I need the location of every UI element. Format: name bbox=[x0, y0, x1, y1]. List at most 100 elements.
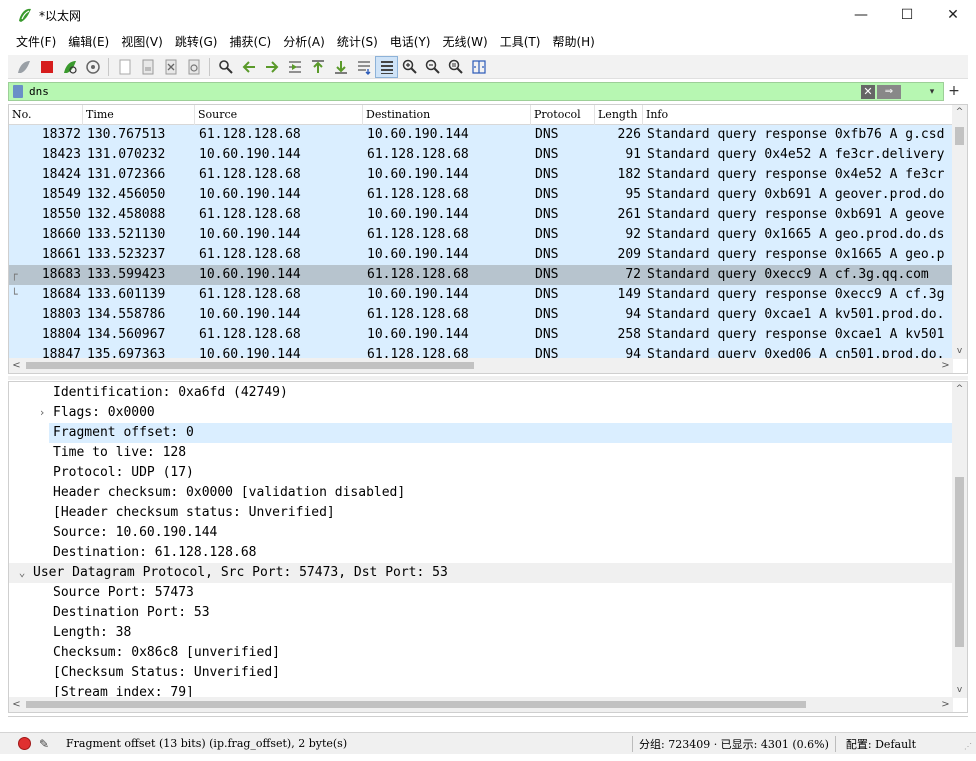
display-filter-input[interactable]: dns ✕ ⇒ ▾ bbox=[8, 82, 944, 101]
apply-filter-icon[interactable]: ⇒ bbox=[877, 85, 901, 99]
go-to-packet-icon[interactable] bbox=[283, 56, 306, 78]
detail-tree-item[interactable]: Length: 38 bbox=[9, 623, 953, 643]
detail-tree-item[interactable]: Source Port: 57473 bbox=[9, 583, 953, 603]
detail-tree-item[interactable]: Header checksum: 0x0000 [validation disa… bbox=[9, 483, 953, 503]
close-button[interactable]: ✕ bbox=[930, 0, 976, 30]
shark-fin-start-icon[interactable] bbox=[12, 56, 35, 78]
packet-row[interactable]: 18550 132.458088 61.128.128.68 10.60.190.14… bbox=[9, 205, 953, 225]
menu-help[interactable]: 帮助(H) bbox=[546, 30, 600, 54]
clear-filter-icon[interactable]: ✕ bbox=[861, 85, 875, 99]
go-back-icon[interactable] bbox=[237, 56, 260, 78]
packet-source-cell: 61.128.128.68 bbox=[199, 167, 301, 182]
packet-list-hscrollbar[interactable]: < > bbox=[9, 358, 953, 373]
expert-info-icon[interactable] bbox=[18, 737, 31, 750]
packet-row[interactable]: 18549 132.456050 10.60.190.144 61.128.128.6… bbox=[9, 185, 953, 205]
capture-options-icon[interactable] bbox=[81, 56, 104, 78]
column-header-no[interactable]: No. bbox=[9, 105, 83, 125]
scroll-left-icon[interactable]: < bbox=[9, 358, 24, 373]
packet-row[interactable]: 18423 131.070232 10.60.190.144 61.128.128.6… bbox=[9, 145, 953, 165]
scroll-up-icon[interactable]: ^ bbox=[952, 105, 967, 120]
packet-row[interactable]: 18847 135.697363 10.60.190.144 61.128.128.6… bbox=[9, 345, 953, 359]
detail-tree-item[interactable]: Source: 10.60.190.144 bbox=[9, 523, 953, 543]
scroll-down-icon[interactable]: v bbox=[952, 683, 967, 698]
add-filter-button[interactable]: + bbox=[944, 82, 964, 101]
detail-tree-item[interactable]: Time to live: 128 bbox=[9, 443, 953, 463]
open-file-icon[interactable] bbox=[113, 56, 136, 78]
detail-tree-item[interactable]: Destination: 61.128.128.68 bbox=[9, 543, 953, 563]
detail-rows: Identification: 0xa6fd (42749) › Flags: 0x… bbox=[9, 383, 953, 703]
stop-capture-icon[interactable] bbox=[35, 56, 58, 78]
packet-row[interactable]: 18803 134.558786 10.60.190.144 61.128.128.6… bbox=[9, 305, 953, 325]
go-last-packet-icon[interactable] bbox=[329, 56, 352, 78]
detail-tree-item[interactable]: Destination Port: 53 bbox=[9, 603, 953, 623]
packet-row[interactable]: 18660 133.521130 10.60.190.144 61.128.128.6… bbox=[9, 225, 953, 245]
menu-statistics[interactable]: 统计(S) bbox=[331, 30, 384, 54]
zoom-reset-icon[interactable] bbox=[444, 56, 467, 78]
detail-tree-item[interactable]: Fragment offset: 0 bbox=[49, 423, 953, 443]
auto-scroll-icon[interactable] bbox=[352, 56, 375, 78]
packet-row[interactable]: 18424 131.072366 61.128.128.68 10.60.190.14… bbox=[9, 165, 953, 185]
menu-tools[interactable]: 工具(T) bbox=[494, 30, 547, 54]
packet-row[interactable]: 18372 130.767513 61.128.128.68 10.60.190.14… bbox=[9, 125, 953, 145]
scroll-right-icon[interactable]: > bbox=[938, 358, 953, 373]
find-packet-icon[interactable] bbox=[214, 56, 237, 78]
detail-tree-item[interactable]: [Checksum Status: Unverified] bbox=[9, 663, 953, 683]
menu-analyze[interactable]: 分析(A) bbox=[277, 30, 331, 54]
pane-splitter[interactable] bbox=[8, 376, 968, 380]
menu-capture[interactable]: 捕获(C) bbox=[223, 30, 277, 54]
detail-tree-item[interactable]: ⌄ User Datagram Protocol, Src Port: 57473… bbox=[9, 563, 953, 583]
packet-row[interactable]: 18804 134.560967 61.128.128.68 10.60.190.14… bbox=[9, 325, 953, 345]
colorize-list-icon[interactable] bbox=[375, 55, 398, 78]
restart-capture-icon[interactable] bbox=[58, 56, 81, 78]
packet-stats: 分组: 723409 · 已显示: 4301 (0.6%) bbox=[639, 737, 829, 751]
detail-tree-item[interactable]: Checksum: 0x86c8 [unverified] bbox=[9, 643, 953, 663]
menu-telephony[interactable]: 电话(Y) bbox=[384, 30, 437, 54]
menu-go[interactable]: 跳转(G) bbox=[169, 30, 224, 54]
column-header-length[interactable]: Length bbox=[595, 105, 643, 125]
scroll-thumb[interactable] bbox=[955, 477, 964, 647]
filter-text[interactable]: dns bbox=[29, 85, 49, 98]
detail-tree-item[interactable]: Identification: 0xa6fd (42749) bbox=[9, 383, 953, 403]
detail-tree-item[interactable]: Protocol: UDP (17) bbox=[9, 463, 953, 483]
column-header-time[interactable]: Time bbox=[83, 105, 195, 125]
menu-view[interactable]: 视图(V) bbox=[115, 30, 169, 54]
detail-tree-item[interactable]: › Flags: 0x0000 bbox=[9, 403, 953, 423]
column-header-destination[interactable]: Destination bbox=[363, 105, 531, 125]
scroll-right-icon[interactable]: > bbox=[938, 697, 953, 712]
menu-edit[interactable]: 编辑(E) bbox=[62, 30, 115, 54]
expand-arrow-icon[interactable]: › bbox=[35, 403, 49, 423]
resize-grip-icon[interactable]: ⋰ bbox=[964, 742, 974, 752]
packet-row[interactable]: 18684 133.601139 61.128.128.68 10.60.190.14… bbox=[9, 285, 953, 305]
hscroll-thumb[interactable] bbox=[26, 362, 474, 369]
zoom-in-icon[interactable] bbox=[398, 56, 421, 78]
scroll-thumb[interactable] bbox=[955, 127, 964, 145]
profile-indicator[interactable]: 配置: Default bbox=[846, 736, 916, 752]
resize-columns-icon[interactable] bbox=[467, 56, 490, 78]
hscroll-thumb[interactable] bbox=[26, 701, 806, 708]
details-vscrollbar[interactable]: ^ v bbox=[952, 382, 967, 698]
details-hscrollbar[interactable]: < > bbox=[9, 697, 953, 712]
packet-row[interactable]: 18661 133.523237 61.128.128.68 10.60.190.14… bbox=[9, 245, 953, 265]
packet-row[interactable]: 18683 133.599423 10.60.190.144 61.128.128.6… bbox=[9, 265, 953, 285]
reload-file-icon[interactable] bbox=[182, 56, 205, 78]
scroll-up-icon[interactable]: ^ bbox=[952, 382, 967, 397]
filter-bookmark-icon[interactable] bbox=[13, 85, 23, 98]
scroll-down-icon[interactable]: v bbox=[952, 344, 967, 359]
maximize-button[interactable]: ☐ bbox=[884, 0, 930, 30]
scroll-left-icon[interactable]: < bbox=[9, 697, 24, 712]
minimize-button[interactable]: — bbox=[838, 0, 884, 30]
filter-history-dropdown-icon[interactable]: ▾ bbox=[925, 84, 939, 100]
close-file-icon[interactable] bbox=[159, 56, 182, 78]
packet-list-vscrollbar[interactable]: ^ v bbox=[952, 105, 967, 359]
go-forward-icon[interactable] bbox=[260, 56, 283, 78]
detail-tree-item[interactable]: [Header checksum status: Unverified] bbox=[9, 503, 953, 523]
capture-comment-icon[interactable]: ✎ bbox=[39, 737, 53, 751]
save-file-icon[interactable] bbox=[136, 56, 159, 78]
column-header-info[interactable]: Info bbox=[643, 105, 953, 125]
column-header-source[interactable]: Source bbox=[195, 105, 363, 125]
zoom-out-icon[interactable] bbox=[421, 56, 444, 78]
collapse-arrow-icon[interactable]: ⌄ bbox=[15, 563, 29, 583]
go-first-packet-icon[interactable] bbox=[306, 56, 329, 78]
menu-wireless[interactable]: 无线(W) bbox=[437, 30, 494, 54]
menu-file[interactable]: 文件(F) bbox=[10, 30, 62, 54]
